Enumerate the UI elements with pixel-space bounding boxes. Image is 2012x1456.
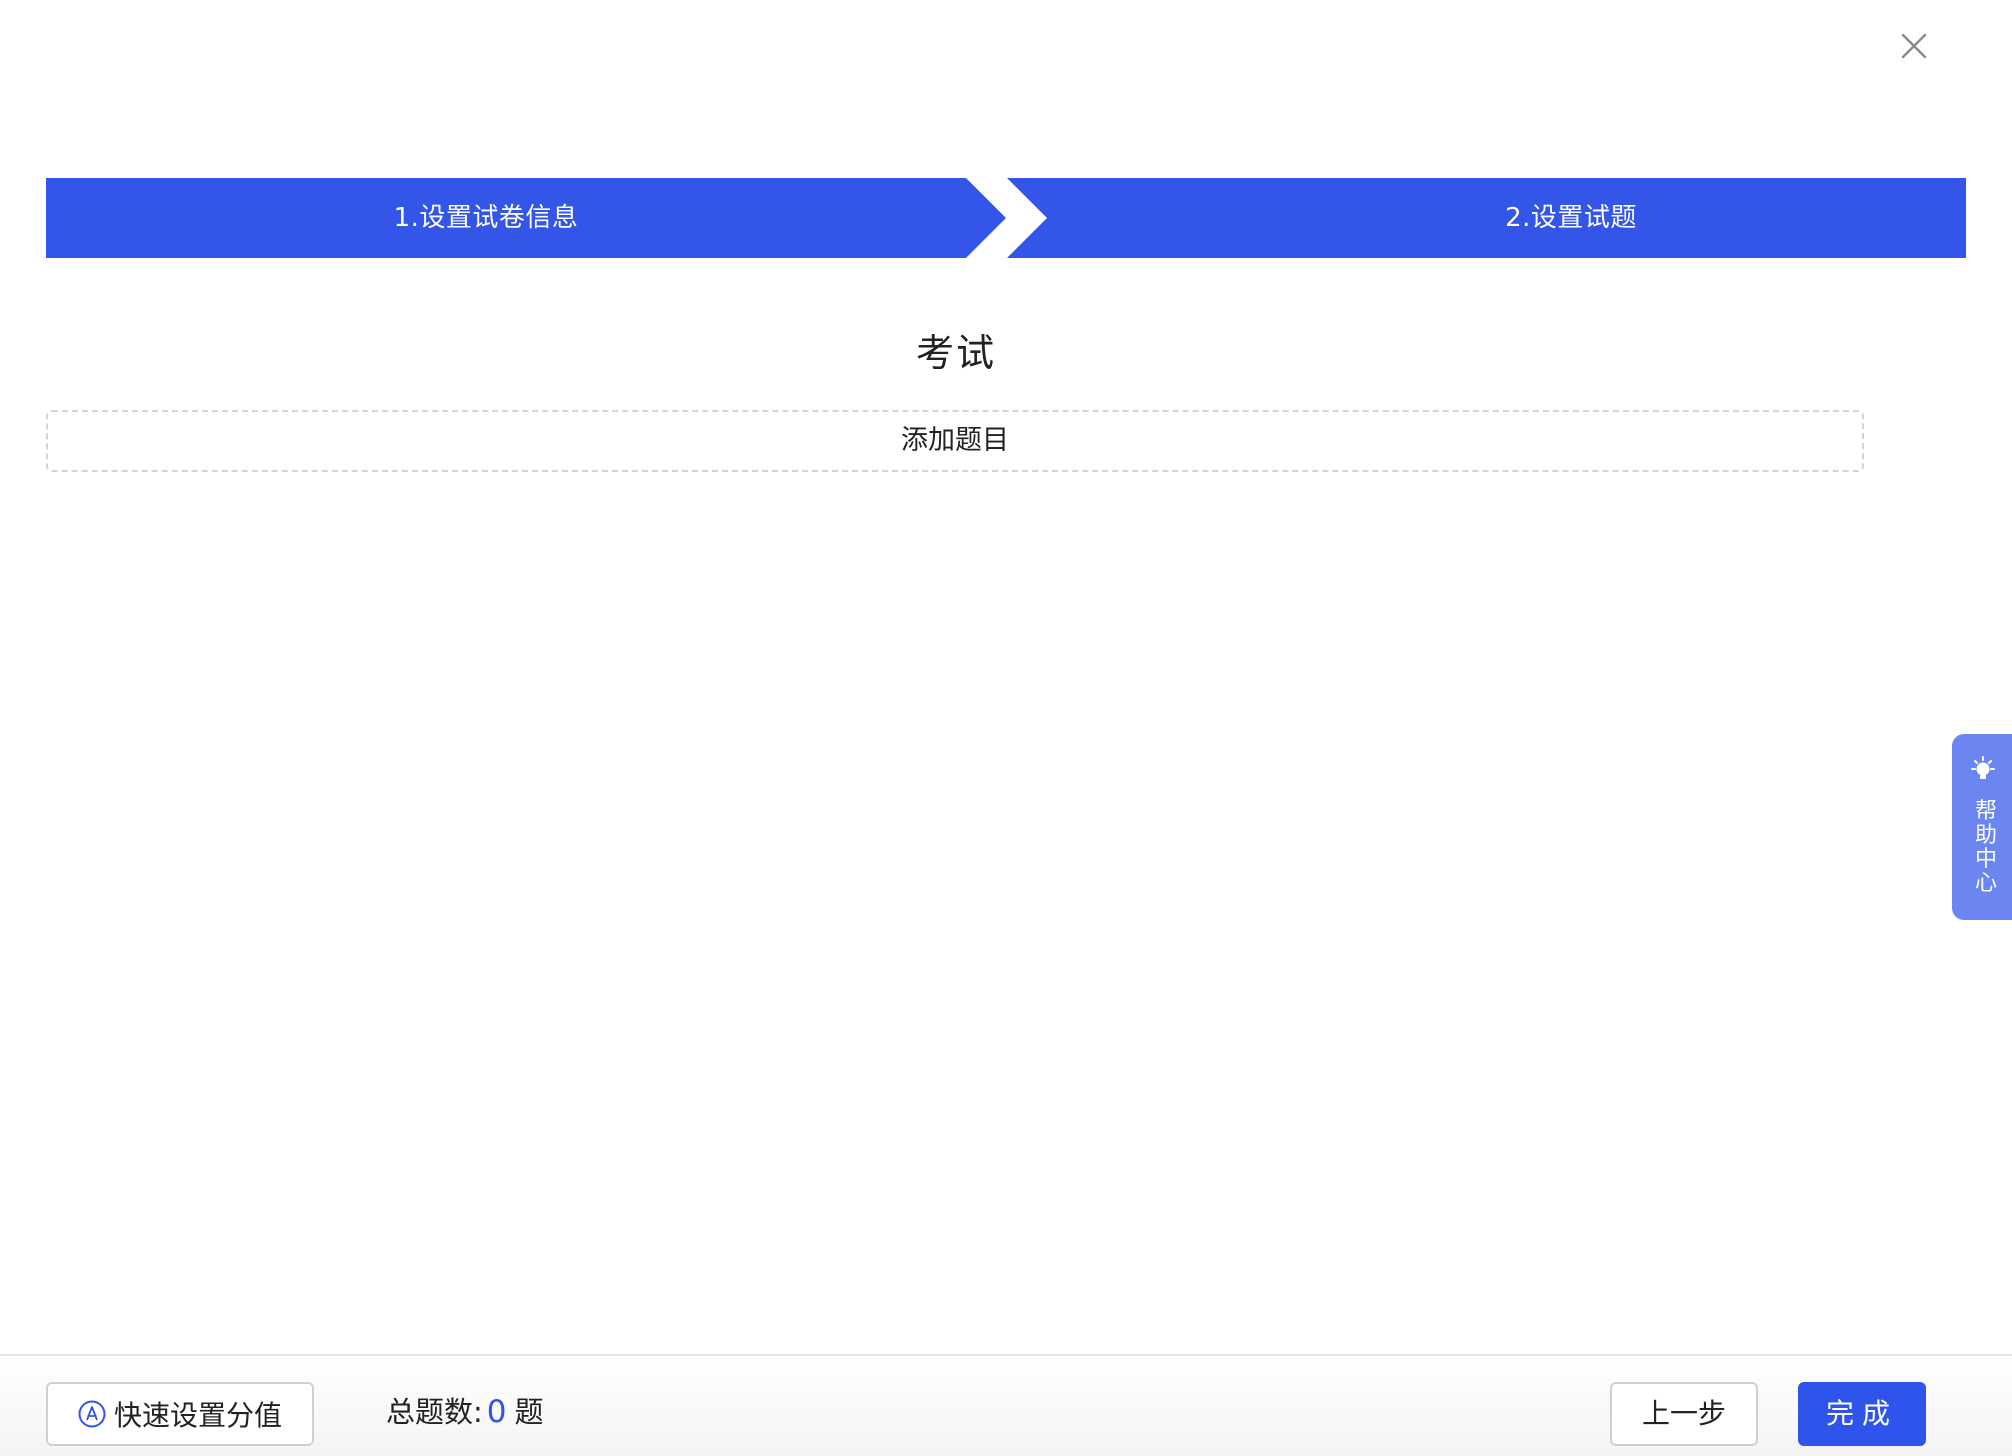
- help-center-tab[interactable]: 帮助中心: [1952, 734, 2012, 920]
- paper-title: 考试: [915, 331, 996, 375]
- close-button[interactable]: [1896, 28, 1932, 64]
- footer-bar: 快速设置分值 总题数: 0 题 上一步 完成: [0, 1354, 2012, 1456]
- finish-button[interactable]: 完成: [1798, 1382, 1926, 1446]
- help-center-label: 帮助中心: [1974, 799, 1997, 896]
- step-2-shape: [1007, 178, 1966, 258]
- total-count-label: 总题数:: [386, 1395, 483, 1429]
- close-icon: [1901, 33, 1927, 59]
- finish-label: 完成: [1825, 1397, 1898, 1430]
- steps-bar: 1.设置试卷信息 2.设置试题: [46, 178, 1966, 258]
- lightbulb-icon: [1971, 756, 1995, 779]
- total-count-value: 0: [486, 1394, 507, 1430]
- exam-setup-dialog: 1.设置试卷信息 2.设置试题 考试 添加题目 帮助中心 快速设置分值 总题数:…: [0, 0, 2012, 1456]
- previous-step-button[interactable]: 上一步: [1610, 1382, 1758, 1446]
- add-question-label: 添加题目: [901, 425, 1009, 456]
- step-1-label: 1.设置试卷信息: [393, 203, 579, 233]
- quick-score-label: 快速设置分值: [114, 1399, 283, 1432]
- total-count-unit: 题: [514, 1395, 544, 1429]
- add-question-button[interactable]: 添加题目: [46, 410, 1864, 472]
- previous-step-label: 上一步: [1641, 1397, 1726, 1430]
- quick-score-button[interactable]: 快速设置分值: [46, 1382, 314, 1446]
- total-question-count: 总题数: 0 题: [386, 1392, 544, 1432]
- step-1[interactable]: 1.设置试卷信息: [46, 178, 1006, 258]
- circle-a-icon: [78, 1400, 106, 1428]
